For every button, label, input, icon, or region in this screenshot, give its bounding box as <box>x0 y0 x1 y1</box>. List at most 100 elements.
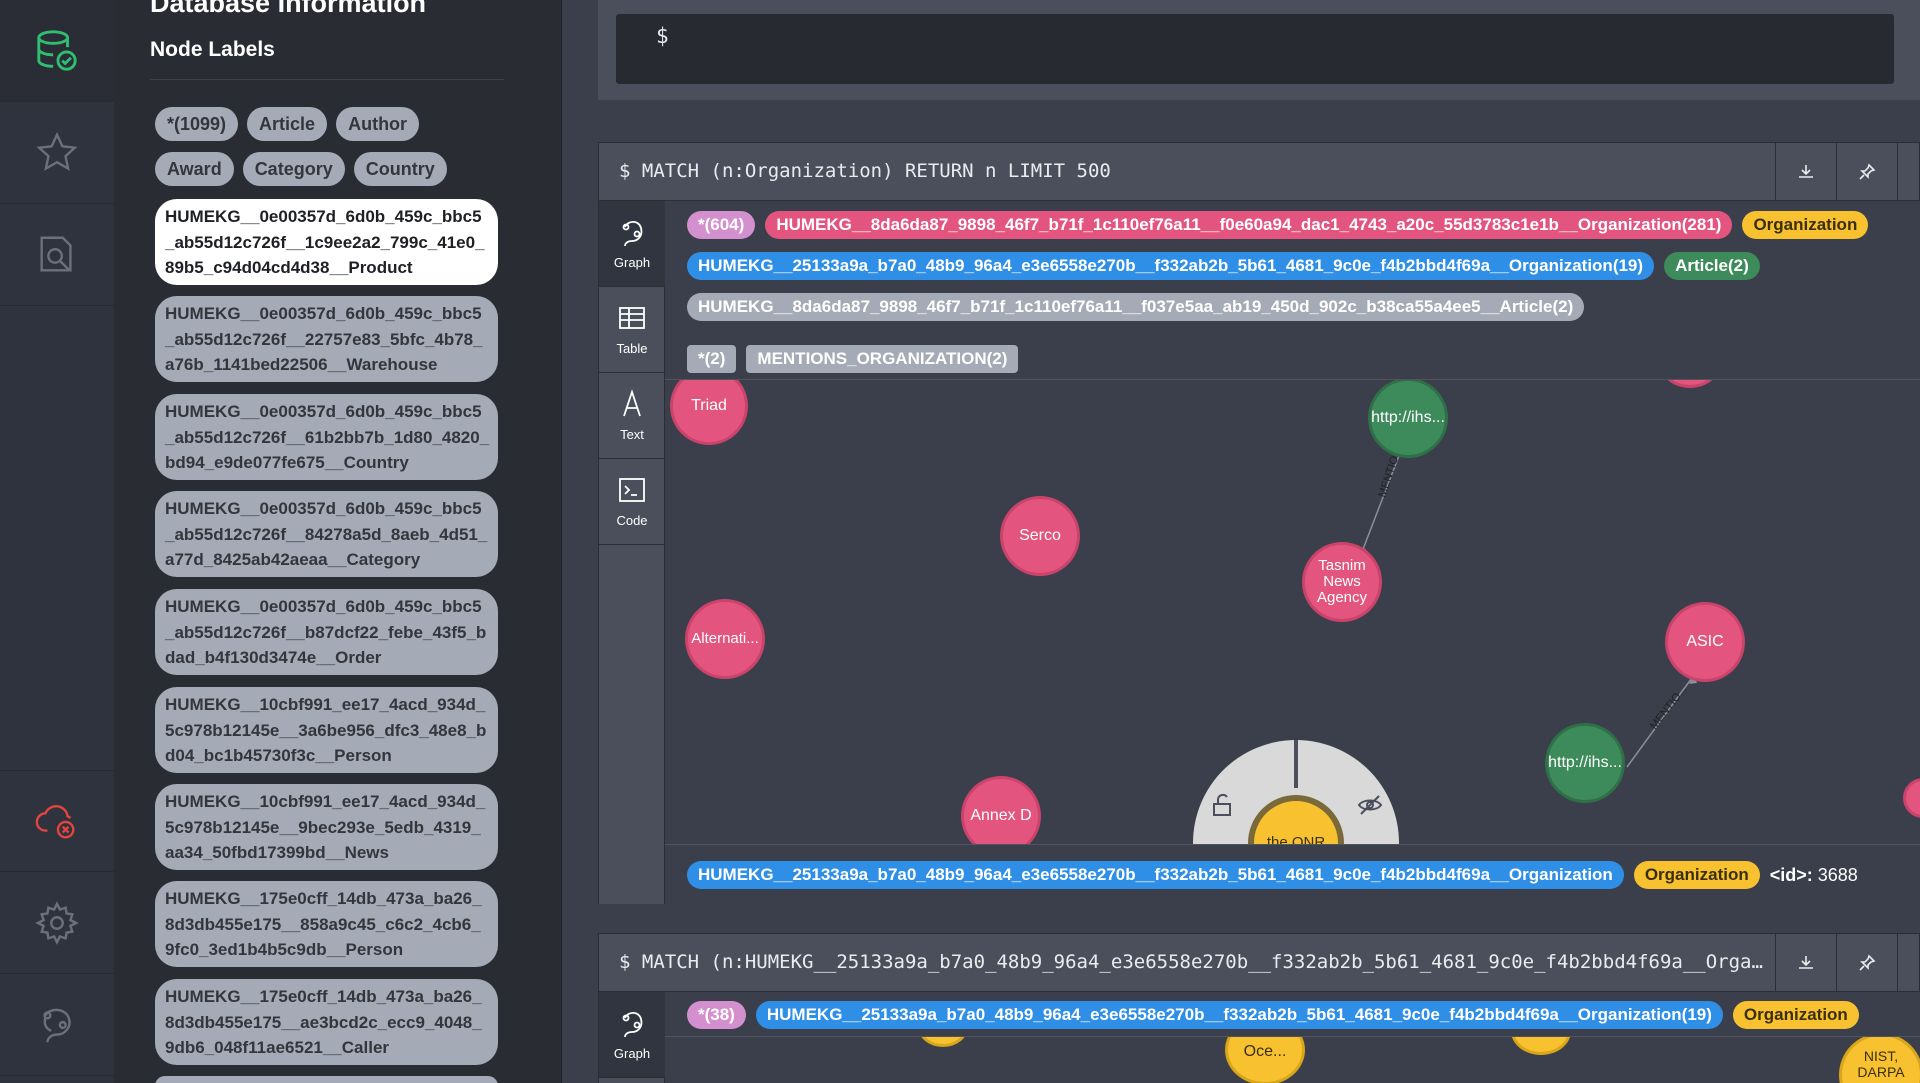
chip-organization[interactable]: Organization <box>1742 211 1869 239</box>
label-pill-row: Award Category Country <box>155 152 447 186</box>
chip-all-nodes[interactable]: *(38) <box>687 1001 746 1029</box>
selected-node[interactable]: the ONR <box>1248 795 1344 844</box>
frame-query[interactable]: $ MATCH (n:HUMEKG__25133a9a_b7a0_48b9_96… <box>619 951 1769 973</box>
status-label-chip[interactable]: HUMEKG__25133a9a_b7a0_48b9_96a4_e3e6558e… <box>687 861 1624 889</box>
tab-graph-label: Graph <box>613 1046 651 1061</box>
graph-node[interactable]: http://ihs... <box>1545 723 1625 803</box>
label-pill-category[interactable]: Category <box>242 152 345 186</box>
icon-rail <box>0 0 114 1083</box>
star-icon <box>36 131 78 171</box>
graph-node[interactable]: http://ihs... <box>1368 380 1448 458</box>
chip-article[interactable]: Article(2) <box>1664 252 1760 280</box>
graph-node[interactable]: Tasnim News Agency <box>1302 542 1382 622</box>
document-search-icon <box>40 236 72 272</box>
result-frame: $ MATCH (n:HUMEKG__25133a9a_b7a0_48b9_96… <box>598 933 1920 1083</box>
label-pill-country[interactable]: Country <box>353 152 447 186</box>
pin-button[interactable] <box>1836 143 1897 200</box>
download-button[interactable] <box>1775 143 1836 200</box>
database-check-icon <box>37 29 77 71</box>
chip-all-nodes[interactable]: *(604) <box>687 211 756 239</box>
pin-icon <box>1859 954 1876 971</box>
legend-area: *(604) HUMEKG__8da6da87_9898_46f7_b71f_1… <box>665 201 1920 379</box>
chip-organization[interactable]: Organization <box>1732 1001 1859 1029</box>
node-chip-row: HUMEKG__8da6da87_9898_46f7_b71f_1c110ef7… <box>687 293 1585 321</box>
status-org-chip[interactable]: Organization <box>1633 861 1760 889</box>
chip-all-rels[interactable]: *(2) <box>687 345 737 373</box>
label-pill-country-long[interactable]: HUMEKG__0e00357d_6d0b_459c_bbc5_ab55d12c… <box>155 394 498 480</box>
label-pill-person[interactable]: HUMEKG__10cbf991_ee17_4acd_934d_5c978b12… <box>155 687 498 773</box>
chip-org-19[interactable]: HUMEKG__25133a9a_b7a0_48b9_96a4_e3e6558e… <box>687 252 1655 280</box>
status-bar: HUMEKG__25133a9a_b7a0_48b9_96a4_e3e6558e… <box>665 844 1920 904</box>
download-icon <box>1799 164 1813 178</box>
label-pill-caller[interactable]: HUMEKG__175e0cff_14db_473a_ba26_8d3db455… <box>155 979 498 1065</box>
drawer-title: Database Information <box>150 0 427 18</box>
label-pill-author[interactable]: Author <box>336 107 420 141</box>
node-chip-row: *(604) HUMEKG__8da6da87_9898_46f7_b71f_1… <box>687 211 1869 239</box>
tab-table-label: Table <box>616 341 648 356</box>
settings-nav-button[interactable] <box>0 872 114 974</box>
label-pill-category-long[interactable]: HUMEKG__0e00357d_6d0b_459c_bbc5_ab55d12c… <box>155 491 498 577</box>
graph-canvas[interactable]: MENTIO... MENTIO... Triad http://ihs... … <box>665 379 1920 844</box>
chip-org-281[interactable]: HUMEKG__8da6da87_9898_46f7_b71f_1c110ef7… <box>765 211 1733 239</box>
label-pill-all[interactable]: *(1099) <box>155 107 239 141</box>
pin-button[interactable] <box>1836 934 1897 991</box>
download-button[interactable] <box>1775 934 1836 991</box>
status-id-value: 3688 <box>1817 865 1858 885</box>
node-labels-heading: Node Labels <box>150 38 275 61</box>
text-icon <box>623 389 641 417</box>
label-pill-partial[interactable] <box>155 1076 498 1083</box>
graph-canvas[interactable]: Oce... NIST, DARPA <box>665 1036 1920 1083</box>
graph-node[interactable]: Alternati... <box>685 599 765 679</box>
tab-text[interactable]: Text <box>599 373 665 459</box>
label-pill-row: *(1099) Article Author <box>155 107 420 141</box>
tab-graph[interactable]: Graph <box>599 201 665 287</box>
tab-table[interactable]: Table <box>599 287 665 373</box>
chip-article-long[interactable]: HUMEKG__8da6da87_9898_46f7_b71f_1c110ef7… <box>687 293 1585 321</box>
graph-node[interactable]: Oce... <box>1225 1037 1305 1083</box>
hide-node-icon[interactable] <box>1357 792 1383 818</box>
cloud-error-icon <box>35 805 75 839</box>
frame-query[interactable]: $ MATCH (n:Organization) RETURN n LIMIT … <box>619 160 1769 182</box>
result-frame: $ MATCH (n:Organization) RETURN n LIMIT … <box>598 142 1920 904</box>
graph-node[interactable]: ASIC <box>1665 602 1745 682</box>
graph-icon <box>622 220 643 247</box>
tab-code[interactable]: Code <box>599 459 665 545</box>
expand-button[interactable] <box>1897 143 1920 200</box>
graph-node[interactable]: NIST, DARPA <box>1839 1037 1920 1083</box>
divider <box>150 79 504 80</box>
frame-header: $ MATCH (n:HUMEKG__25133a9a_b7a0_48b9_96… <box>599 934 1919 992</box>
frame-header: $ MATCH (n:Organization) RETURN n LIMIT … <box>599 143 1919 201</box>
label-pill-warehouse[interactable]: HUMEKG__0e00357d_6d0b_459c_bbc5_ab55d12c… <box>155 296 498 382</box>
pin-icon <box>1859 163 1876 180</box>
query-editor-input[interactable] <box>616 14 1894 84</box>
label-pill-order[interactable]: HUMEKG__0e00357d_6d0b_459c_bbc5_ab55d12c… <box>155 589 498 675</box>
label-pill-product[interactable]: HUMEKG__0e00357d_6d0b_459c_bbc5_ab55d12c… <box>155 199 498 285</box>
node-chip-row: *(38) HUMEKG__25133a9a_b7a0_48b9_96a4_e3… <box>687 1001 1859 1029</box>
editor-bar: $ ⌄ <box>598 0 1920 100</box>
chip-mentions-organization[interactable]: MENTIONS_ORGANIZATION(2) <box>746 345 1019 373</box>
expand-button[interactable] <box>1897 934 1920 991</box>
database-nav-button[interactable] <box>0 0 114 102</box>
table-icon <box>619 307 645 329</box>
download-icon <box>1799 955 1813 969</box>
gear-icon <box>35 900 79 945</box>
tab-text-label: Text <box>620 427 644 442</box>
view-tabs: Graph Table Text Code <box>599 201 665 904</box>
graph-node[interactable]: Serco <box>1000 496 1080 576</box>
about-nav-button[interactable] <box>0 974 114 1076</box>
label-pill-person-2[interactable]: HUMEKG__175e0cff_14db_473a_ba26_8d3db455… <box>155 881 498 967</box>
search-docs-nav-button[interactable] <box>0 204 114 306</box>
terminal-icon <box>619 478 645 502</box>
label-pill-news[interactable]: HUMEKG__10cbf991_ee17_4acd_934d_5c978b12… <box>155 784 498 870</box>
graph-node[interactable] <box>1511 1037 1571 1055</box>
tab-code-label: Code <box>616 513 648 528</box>
label-pill-article[interactable]: Article <box>247 107 328 141</box>
graph-icon <box>622 1011 643 1038</box>
label-pill-award[interactable]: Award <box>155 152 234 186</box>
chip-org-19[interactable]: HUMEKG__25133a9a_b7a0_48b9_96a4_e3e6558e… <box>755 1001 1723 1029</box>
disconnected-nav-button[interactable] <box>0 770 114 872</box>
favorites-nav-button[interactable] <box>0 102 114 204</box>
graph-node[interactable] <box>918 1037 968 1047</box>
tab-graph[interactable]: Graph <box>599 992 665 1078</box>
unlock-icon[interactable] <box>1209 792 1235 818</box>
